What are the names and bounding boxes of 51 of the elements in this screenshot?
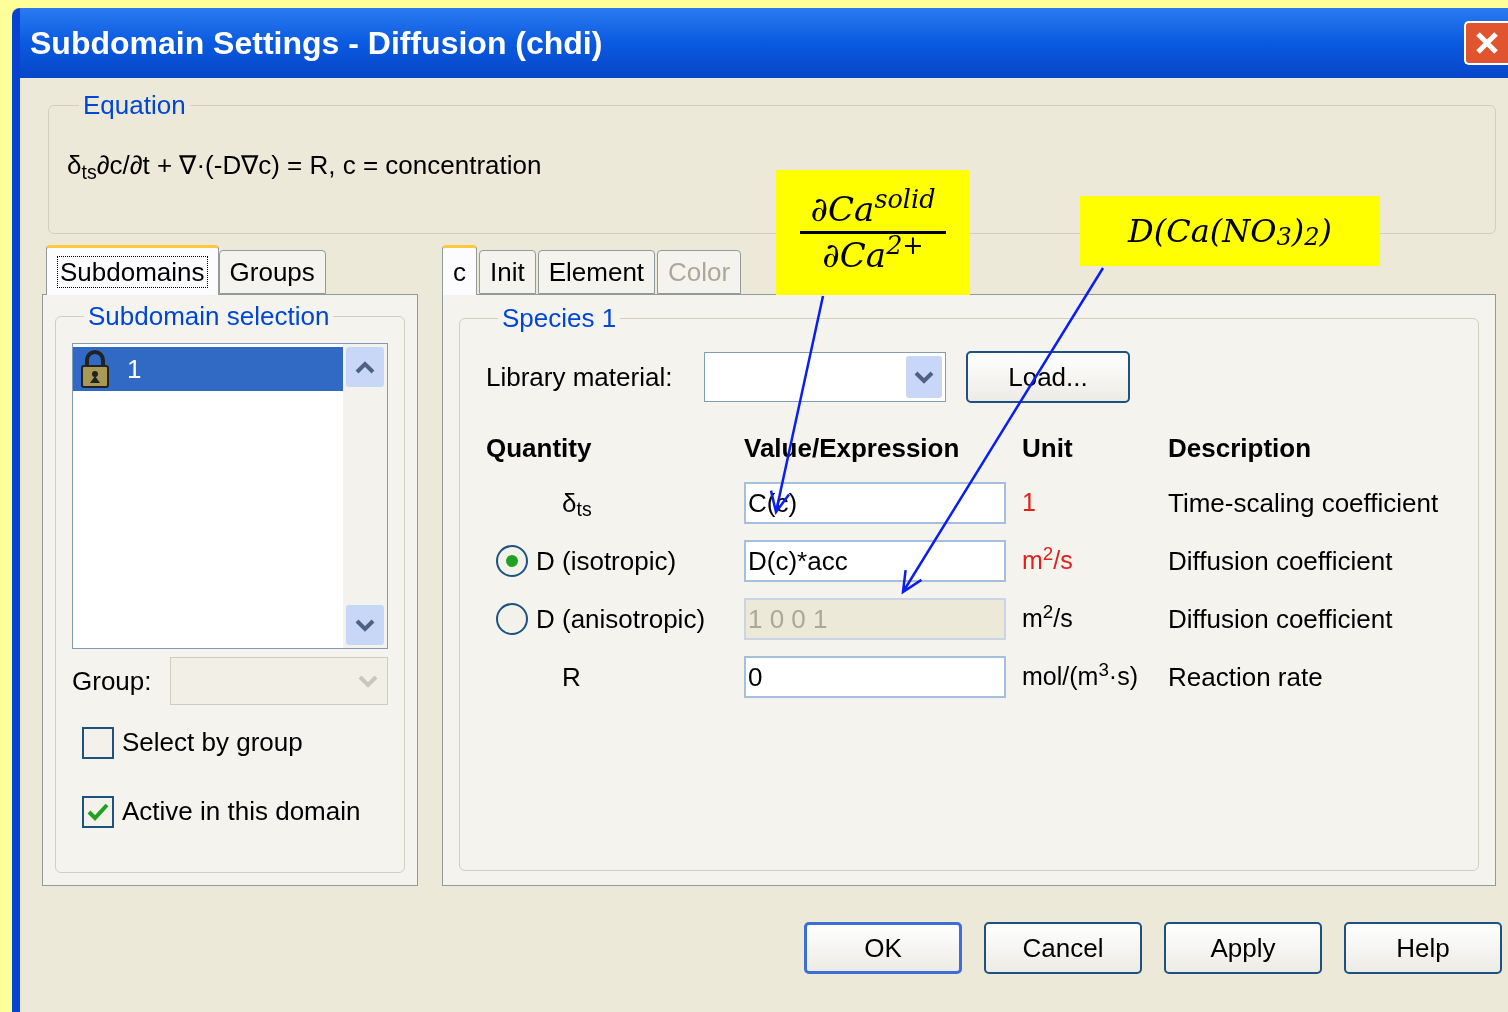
dialog-button[interactable]: OK xyxy=(804,922,962,974)
unit-text: m$^{2}$/s xyxy=(1022,542,1074,577)
quantity-label: D (isotropic) xyxy=(536,544,677,578)
unit-text: m$^{2}$/s xyxy=(1022,600,1074,635)
dialog-button[interactable]: Help xyxy=(1344,922,1502,974)
check-icon xyxy=(87,801,109,822)
dialog-button[interactable]: Cancel xyxy=(984,922,1142,974)
group-title: Species 1 xyxy=(501,305,618,331)
list-item[interactable]: 1 xyxy=(73,347,343,391)
lock-icon xyxy=(79,349,111,389)
denominator: ∂Ca$^{2+}$ xyxy=(822,236,924,276)
quantity-label: R xyxy=(562,660,581,694)
radio-button[interactable] xyxy=(496,545,528,577)
tab[interactable]: Groups xyxy=(218,250,326,294)
close-icon xyxy=(1474,30,1500,56)
checkbox[interactable] xyxy=(82,795,114,828)
description-text: Diffusion coefficient xyxy=(1168,544,1394,578)
scroll-down-icon xyxy=(354,618,376,632)
tab[interactable]: Element xyxy=(537,250,656,294)
description-text: Time-scaling coefficient xyxy=(1168,486,1440,520)
field-label: Library material: xyxy=(486,360,674,394)
checkbox-label: Active in this domain xyxy=(122,795,361,828)
equation-text: δ$_{ts}$∂c/∂t + ∇·(-D∇c) = R, c = concentration xyxy=(67,150,542,180)
window-title: Subdomain Settings - Diffusion (chdi) xyxy=(30,24,603,63)
checkbox[interactable] xyxy=(82,726,114,759)
group-title: Equation xyxy=(82,92,187,118)
description-text: Reaction rate xyxy=(1168,660,1324,694)
tab[interactable]: c xyxy=(442,245,477,295)
unit-text: 1 xyxy=(1022,487,1037,519)
close-button[interactable] xyxy=(1464,21,1508,65)
value-field[interactable]: 0 xyxy=(744,656,1006,698)
tab[interactable]: Subdomains xyxy=(46,245,219,295)
column-header: Quantity xyxy=(486,432,593,465)
formula-callout: D(Ca(NO$_{3}$)$_{2}$) xyxy=(1080,196,1380,266)
tab[interactable]: Init xyxy=(479,250,536,294)
column-header: Unit xyxy=(1022,432,1074,465)
dialog-button[interactable]: Apply xyxy=(1164,922,1322,974)
library-dropdown[interactable] xyxy=(704,352,946,402)
checkbox-label: Select by group xyxy=(122,726,303,759)
description-text: Diffusion coefficient xyxy=(1168,602,1394,636)
numerator: ∂Ca$^{solid}$ xyxy=(810,189,936,229)
quantity-label: D (anisotropic) xyxy=(536,602,706,636)
column-header: Description xyxy=(1168,432,1313,465)
scroll-up-icon xyxy=(354,360,376,374)
value-field[interactable]: D(c)*acc xyxy=(744,540,1006,582)
quantity-label: δ$_{ts}$ xyxy=(562,486,592,523)
value-field: 1 0 0 1 xyxy=(744,598,1006,640)
field-label: Group: xyxy=(72,664,152,698)
group-title: Subdomain selection xyxy=(87,303,331,329)
scrollbar[interactable] xyxy=(343,344,387,648)
unit-text: mol/(m$^{3}$·s) xyxy=(1022,658,1139,693)
